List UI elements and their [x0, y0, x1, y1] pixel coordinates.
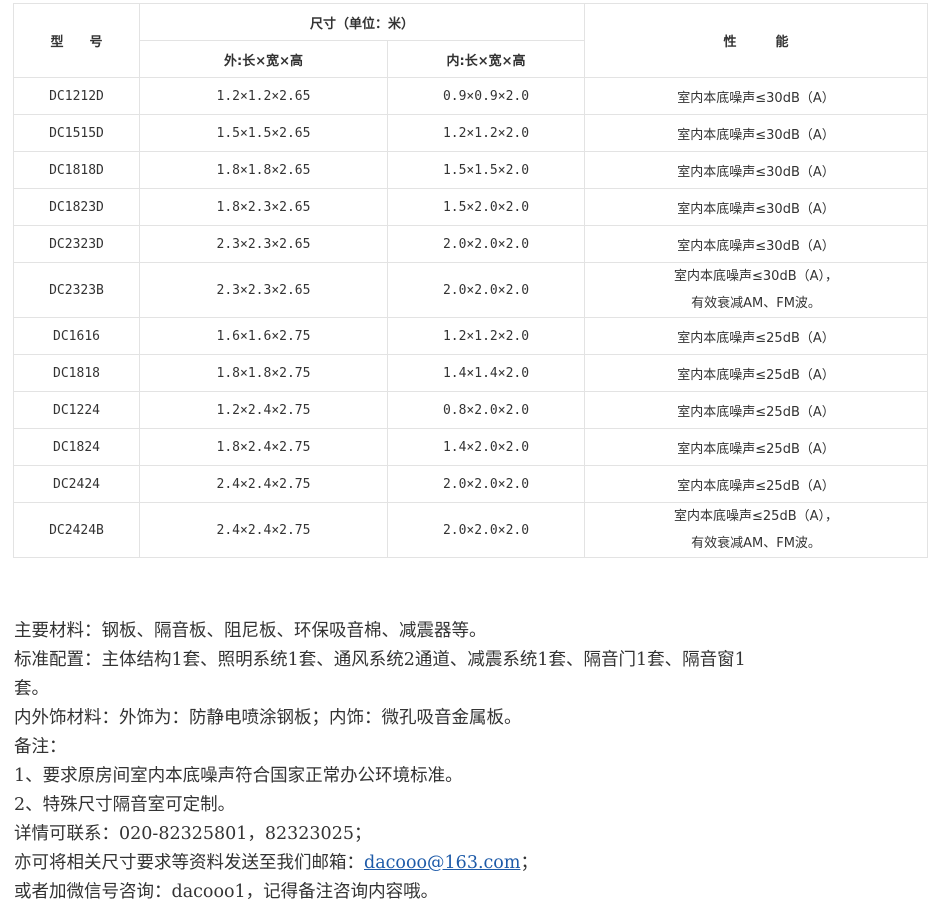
performance-line: 室内本底噪声≤30dB（A） [677, 127, 835, 143]
performance-line: 室内本底噪声≤30dB（A）， [674, 269, 839, 284]
config-line-2: 套。 [14, 679, 49, 699]
inner-dimensions-cell: 2.0×2.0×2.0 [386, 465, 586, 503]
performance-line: 室内本底噪声≤25dB（A） [677, 330, 835, 346]
performance-cell: 室内本底噪声≤30dB（A） [584, 77, 929, 115]
table-row: DC1616 1.6×1.6×2.75 1.2×1.2×2.0 室内本底噪声≤25dB… [13, 317, 929, 355]
header-size: 尺寸（单位：米） [138, 3, 586, 41]
model-cell: DC1224 [13, 391, 140, 429]
performance-cell: 室内本底噪声≤30dB（A） [584, 151, 929, 189]
performance-cell: 室内本底噪声≤25dB（A）， 有效衰减AM、FM波。 [584, 502, 929, 558]
table-row: DC2323B 2.3×2.3×2.65 2.0×2.0×2.0 室内本底噪声≤30d… [13, 262, 929, 318]
outer-dimensions-cell: 1.2×2.4×2.75 [139, 391, 388, 429]
contact-phone: 详情可联系：020-82325801，82323025； [14, 824, 372, 844]
inner-dimensions-cell: 2.0×2.0×2.0 [386, 225, 586, 263]
table-row: DC1212D 1.2×1.2×2.65 0.9×0.9×2.0 室内本底噪声≤30d… [13, 77, 929, 115]
performance-line: 有效衰减AM、FM波。 [691, 536, 821, 551]
table-row: DC1823D 1.8×2.3×2.65 1.5×2.0×2.0 室内本底噪声≤30d… [13, 188, 929, 226]
email-suffix: ； [520, 853, 538, 873]
finish-line: 内外饰材料：外饰为：防静电喷涂钢板；内饰：微孔吸音金属板。 [14, 708, 522, 728]
table-body: DC1212D 1.2×1.2×2.65 0.9×0.9×2.0 室内本底噪声≤30d… [13, 77, 929, 558]
outer-dimensions-cell: 1.8×2.4×2.75 [139, 428, 388, 466]
performance-cell: 室内本底噪声≤25dB（A） [584, 317, 929, 355]
performance-line: 室内本底噪声≤30dB（A） [677, 201, 835, 217]
performance-line: 室内本底噪声≤25dB（A） [677, 367, 835, 383]
outer-dimensions-cell: 2.3×2.3×2.65 [139, 225, 388, 263]
table-row: DC1824 1.8×2.4×2.75 1.4×2.0×2.0 室内本底噪声≤25dB… [13, 428, 929, 466]
performance-cell: 室内本底噪声≤30dB（A） [584, 188, 929, 226]
remark-2: 2、特殊尺寸隔音室可定制。 [14, 795, 236, 815]
inner-dimensions-cell: 2.0×2.0×2.0 [386, 262, 586, 318]
table-row: DC1224 1.2×2.4×2.75 0.8×2.0×2.0 室内本底噪声≤25dB… [13, 391, 929, 429]
model-cell: DC1212D [13, 77, 140, 115]
header-model: 型 号 [13, 3, 140, 78]
materials-line: 主要材料：钢板、隔音板、阻尼板、环保吸音棉、减震器等。 [14, 621, 487, 641]
inner-dimensions-cell: 0.9×0.9×2.0 [386, 77, 586, 115]
header-outer-dimensions: 外:长×宽×高 [139, 40, 388, 78]
performance-cell: 室内本底噪声≤30dB（A） [584, 114, 929, 152]
model-cell: DC1515D [13, 114, 140, 152]
inner-dimensions-cell: 1.2×1.2×2.0 [386, 114, 586, 152]
model-cell: DC1818 [13, 354, 140, 392]
performance-cell: 室内本底噪声≤30dB（A）， 有效衰减AM、FM波。 [584, 262, 929, 318]
performance-line: 有效衰减AM、FM波。 [691, 296, 821, 311]
wechat-line: 或者加微信号咨询：dacooo1，记得备注咨询内容哦。 [14, 882, 439, 902]
performance-line: 室内本底噪声≤25dB（A）， [674, 509, 839, 524]
remark-1: 1、要求原房间室内本底噪声符合国家正常办公环境标准。 [14, 766, 463, 786]
performance-line: 室内本底噪声≤25dB（A） [677, 441, 835, 457]
remark-title: 备注： [14, 737, 67, 757]
model-cell: DC1818D [13, 151, 140, 189]
model-cell: DC2323D [13, 225, 140, 263]
model-cell: DC2424 [13, 465, 140, 503]
outer-dimensions-cell: 2.4×2.4×2.75 [139, 502, 388, 558]
inner-dimensions-cell: 1.2×1.2×2.0 [386, 317, 586, 355]
table-row: DC2424 2.4×2.4×2.75 2.0×2.0×2.0 室内本底噪声≤25dB… [13, 465, 929, 503]
table-row: DC1818D 1.8×1.8×2.65 1.5×1.5×2.0 室内本底噪声≤30d… [13, 151, 929, 189]
model-cell: DC1823D [13, 188, 140, 226]
header-inner-dimensions: 内:长×宽×高 [386, 40, 586, 78]
email-line: 亦可将相关尺寸要求等资料发送至我们邮箱：dacooo@163.com； [14, 849, 929, 878]
outer-dimensions-cell: 1.8×1.8×2.75 [139, 354, 388, 392]
performance-line: 室内本底噪声≤30dB（A） [677, 238, 835, 254]
outer-dimensions-cell: 1.6×1.6×2.75 [139, 317, 388, 355]
config-line-1: 标准配置：主体结构1套、照明系统1套、通风系统2通道、减震系统1套、隔音门1套、… [14, 650, 746, 670]
table-row: DC1515D 1.5×1.5×2.65 1.2×1.2×2.0 室内本底噪声≤30d… [13, 114, 929, 152]
notes-section: 主要材料：钢板、隔音板、阻尼板、环保吸音棉、减震器等。 标准配置：主体结构1套、… [14, 617, 929, 907]
performance-cell: 室内本底噪声≤25dB（A） [584, 428, 929, 466]
table-row: DC1818 1.8×1.8×2.75 1.4×1.4×2.0 室内本底噪声≤25dB… [13, 354, 929, 392]
outer-dimensions-cell: 1.8×2.3×2.65 [139, 188, 388, 226]
performance-cell: 室内本底噪声≤25dB（A） [584, 391, 929, 429]
model-cell: DC1616 [13, 317, 140, 355]
performance-line: 室内本底噪声≤30dB（A） [677, 164, 835, 180]
model-cell: DC2424B [13, 502, 140, 558]
outer-dimensions-cell: 1.8×1.8×2.65 [139, 151, 388, 189]
performance-cell: 室内本底噪声≤25dB（A） [584, 354, 929, 392]
outer-dimensions-cell: 1.2×1.2×2.65 [139, 77, 388, 115]
header-performance: 性 能 [584, 3, 929, 78]
table-row: DC2424B 2.4×2.4×2.75 2.0×2.0×2.0 室内本底噪声≤25d… [13, 502, 929, 558]
performance-line: 室内本底噪声≤25dB（A） [677, 478, 835, 494]
model-cell: DC1824 [13, 428, 140, 466]
inner-dimensions-cell: 1.5×2.0×2.0 [386, 188, 586, 226]
performance-cell: 室内本底噪声≤25dB（A） [584, 465, 929, 503]
email-prefix: 亦可将相关尺寸要求等资料发送至我们邮箱： [14, 853, 364, 873]
outer-dimensions-cell: 2.4×2.4×2.75 [139, 465, 388, 503]
inner-dimensions-cell: 0.8×2.0×2.0 [386, 391, 586, 429]
outer-dimensions-cell: 2.3×2.3×2.65 [139, 262, 388, 318]
spec-table: 型 号 尺寸（单位：米） 性 能 外:长×宽×高 内:长×宽×高 DC1212D… [13, 3, 929, 558]
model-cell: DC2323B [13, 262, 140, 318]
table-row: DC2323D 2.3×2.3×2.65 2.0×2.0×2.0 室内本底噪声≤30d… [13, 225, 929, 263]
inner-dimensions-cell: 1.4×1.4×2.0 [386, 354, 586, 392]
performance-line: 室内本底噪声≤30dB（A） [677, 90, 835, 106]
performance-line: 室内本底噪声≤25dB（A） [677, 404, 835, 420]
inner-dimensions-cell: 2.0×2.0×2.0 [386, 502, 586, 558]
inner-dimensions-cell: 1.4×2.0×2.0 [386, 428, 586, 466]
performance-cell: 室内本底噪声≤30dB（A） [584, 225, 929, 263]
inner-dimensions-cell: 1.5×1.5×2.0 [386, 151, 586, 189]
outer-dimensions-cell: 1.5×1.5×2.65 [139, 114, 388, 152]
email-link[interactable]: dacooo@163.com [364, 853, 520, 873]
